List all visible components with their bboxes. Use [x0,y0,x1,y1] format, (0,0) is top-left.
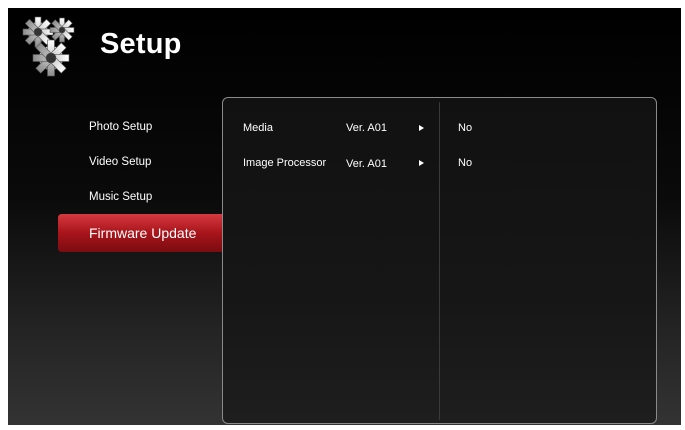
setup-screen: Setup Photo Setup Video Setup Music Setu… [8,8,681,425]
firmware-row-name[interactable]: Media [243,122,273,134]
firmware-row-update[interactable]: No [458,157,472,169]
menu-item-video-setup[interactable]: Video Setup [89,156,151,168]
arrow-right-icon [419,125,424,131]
firmware-row-version: Ver. A01 [346,122,387,134]
menu-item-firmware-update[interactable]: Firmware Update [58,214,236,252]
column-divider [439,102,440,420]
menu-item-photo-setup[interactable]: Photo Setup [89,121,152,133]
firmware-row-name[interactable]: Image Processor [243,157,326,169]
page-title: Setup [100,28,182,60]
firmware-row-update[interactable]: No [458,122,472,134]
menu-item-music-setup[interactable]: Music Setup [89,191,152,203]
menu-item-label: Firmware Update [89,225,197,241]
arrow-right-icon [419,160,424,166]
gears-icon [22,16,75,77]
firmware-row-version: Ver. A01 [346,158,387,170]
